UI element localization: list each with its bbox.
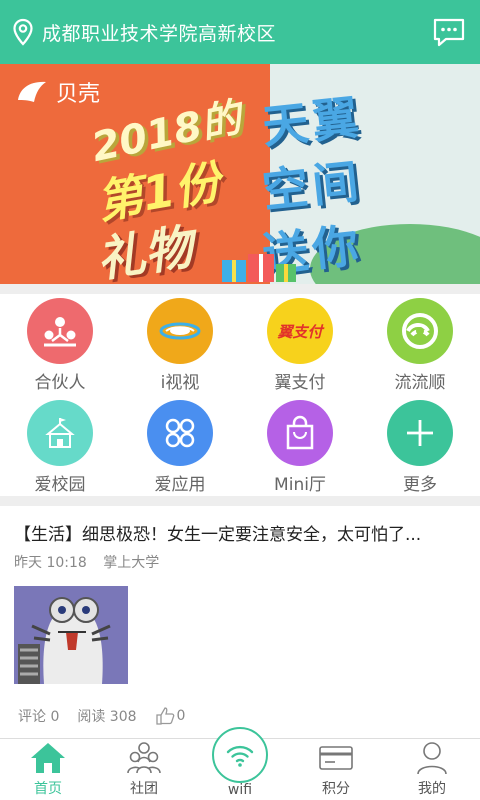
grid-label: i视视 bbox=[160, 373, 200, 393]
article-thumbnail[interactable] bbox=[14, 586, 128, 684]
video-icon bbox=[147, 298, 213, 364]
grid-label: 更多 bbox=[403, 475, 437, 495]
grid-label: 翼支付 bbox=[274, 373, 326, 393]
read-count: 阅读 308 bbox=[77, 709, 137, 725]
grid-label: 爱应用 bbox=[154, 475, 206, 495]
bottom-nav: 首页 社团 wifi 积分 我的 bbox=[0, 727, 480, 800]
nav-label: 首页 bbox=[34, 781, 62, 797]
article-source: 掌上大学 bbox=[103, 555, 160, 571]
nav-points[interactable]: 积分 bbox=[288, 739, 384, 800]
location-title[interactable]: 成都职业技术学院高新校区 bbox=[42, 19, 276, 46]
like-count: 0 bbox=[176, 708, 186, 724]
article-title[interactable]: 【生活】细思极恐！女生一定要注意安全，太可怕了... bbox=[14, 520, 470, 545]
wifi-icon bbox=[226, 745, 254, 767]
card-icon bbox=[319, 746, 353, 770]
grid-item-video[interactable]: i视视 bbox=[120, 292, 240, 394]
nav-label: 我的 bbox=[418, 781, 446, 797]
nav-wifi[interactable]: wifi bbox=[192, 727, 288, 800]
campus-icon bbox=[27, 400, 93, 466]
shop-bag-icon bbox=[267, 400, 333, 466]
shell-logo-icon bbox=[18, 81, 46, 102]
top-bar: 成都职业技术学院高新校区 bbox=[0, 0, 480, 64]
grid-item-partner[interactable]: 合伙人 bbox=[0, 292, 120, 394]
flow-icon bbox=[387, 298, 453, 364]
grid-item-pay[interactable]: 翼支付 翼支付 bbox=[240, 292, 360, 394]
user-icon bbox=[417, 742, 447, 775]
article-time: 昨天 10:18 bbox=[14, 555, 87, 571]
message-icon[interactable] bbox=[432, 16, 466, 48]
shortcut-grid: 合伙人 i视视 翼支付 翼支付 流流顺 爱校园 爱应用 Mini厅 更多 bbox=[0, 292, 480, 496]
apps-icon bbox=[147, 400, 213, 466]
grid-item-campus[interactable]: 爱校园 bbox=[0, 394, 120, 496]
grid-label: 合伙人 bbox=[34, 373, 86, 393]
nav-label: 积分 bbox=[322, 781, 350, 797]
brand-name: 贝壳 bbox=[56, 82, 101, 107]
partner-icon bbox=[27, 298, 93, 364]
nav-label: 社团 bbox=[130, 781, 158, 797]
pay-icon: 翼支付 bbox=[267, 298, 333, 364]
thumbs-up-icon[interactable] bbox=[155, 706, 175, 726]
promo-banner[interactable]: 贝壳 2018的 第1份 礼物 天翼 空间 送你 bbox=[0, 64, 480, 284]
plus-icon bbox=[387, 400, 453, 466]
nav-home[interactable]: 首页 bbox=[0, 739, 96, 800]
gift-boxes-icon bbox=[222, 254, 296, 282]
nav-group[interactable]: 社团 bbox=[96, 739, 192, 800]
nav-me[interactable]: 我的 bbox=[384, 739, 480, 800]
grid-item-more[interactable]: 更多 bbox=[360, 394, 480, 496]
pay-badge-text: 翼支付 bbox=[277, 322, 323, 341]
grid-item-apps[interactable]: 爱应用 bbox=[120, 394, 240, 496]
nav-label: wifi bbox=[227, 782, 253, 798]
grid-label: 爱校园 bbox=[34, 475, 86, 495]
article-stats: 评论 0 阅读 308 0 bbox=[18, 706, 185, 726]
location-pin-icon[interactable] bbox=[10, 17, 36, 47]
grid-label: Mini厅 bbox=[274, 475, 326, 495]
comment-count[interactable]: 评论 0 bbox=[18, 706, 59, 726]
banner-headline-3: 礼物 bbox=[93, 219, 197, 284]
grid-label: 流流顺 bbox=[394, 373, 446, 393]
grid-item-flow[interactable]: 流流顺 bbox=[360, 292, 480, 394]
brand-logo: 贝壳 bbox=[14, 76, 100, 108]
wifi-button[interactable] bbox=[212, 727, 268, 783]
article-meta: 昨天 10:18 掌上大学 bbox=[14, 552, 171, 572]
grid-item-mini-hall[interactable]: Mini厅 bbox=[240, 394, 360, 496]
home-icon bbox=[31, 743, 65, 773]
group-icon bbox=[127, 742, 161, 774]
section-divider bbox=[0, 496, 480, 506]
